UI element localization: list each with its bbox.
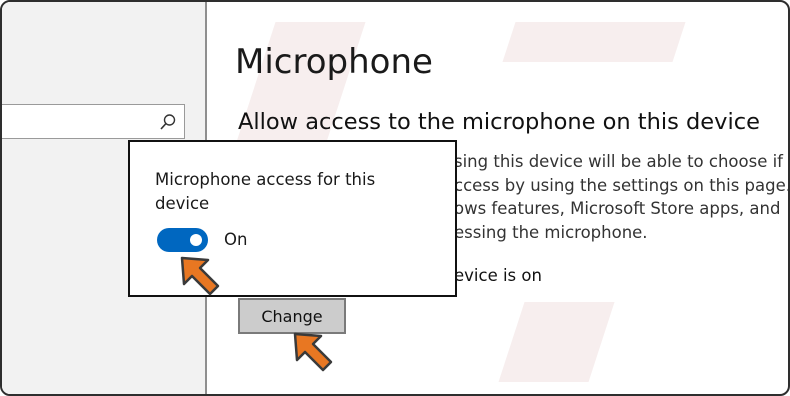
- popup-title: Microphone access for this device: [155, 170, 376, 213]
- section-heading: Allow access to the microphone on this d…: [238, 109, 760, 135]
- arrow-pointer-icon: [180, 256, 220, 296]
- description-line: sing this device will be able to choose …: [454, 152, 783, 171]
- window-frame: Microphone Allow access to the microphon…: [0, 0, 790, 396]
- toggle-state-label: On: [224, 230, 248, 249]
- microphone-access-toggle[interactable]: [157, 228, 208, 252]
- description-line: ows features, Microsoft Store apps, and: [454, 199, 781, 218]
- search-icon[interactable]: [159, 113, 177, 131]
- description-line: essing the microphone.: [454, 222, 648, 242]
- toggle-knob: [190, 234, 202, 246]
- description-line: ccess by using the settings on this page…: [454, 175, 790, 195]
- search-input[interactable]: [2, 104, 185, 139]
- page-title: Microphone: [235, 42, 433, 82]
- section-description: sing this device will be able to choose …: [454, 150, 790, 244]
- arrow-pointer-icon: [293, 332, 333, 372]
- device-access-status: evice is on: [454, 266, 542, 285]
